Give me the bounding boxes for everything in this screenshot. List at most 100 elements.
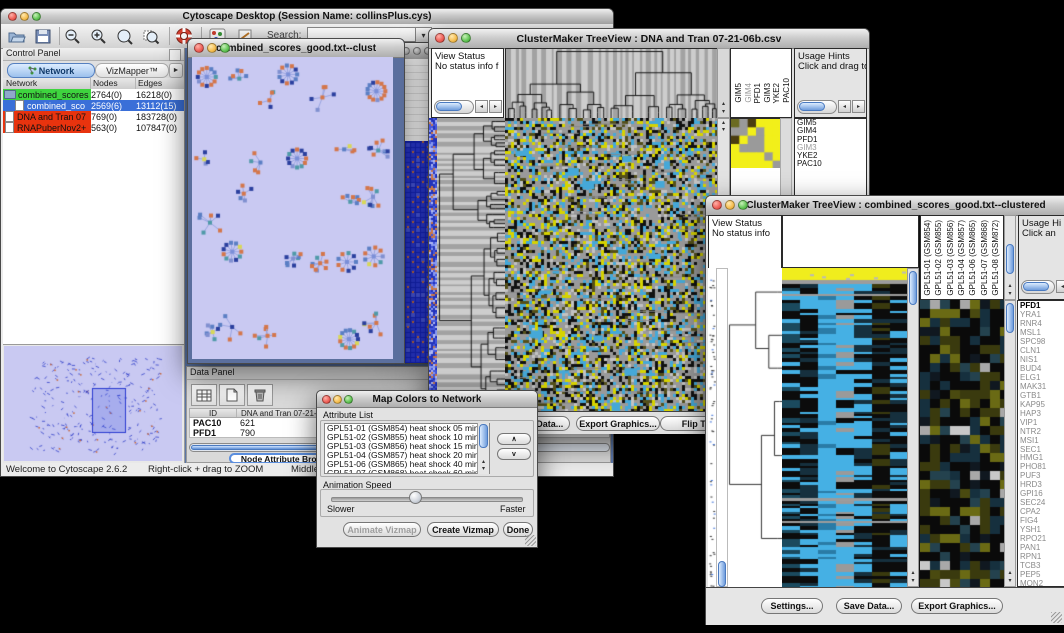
zoom-vscrollbar[interactable]: ▴ ▾ xyxy=(1004,300,1016,587)
gene-label[interactable]: MSI1 xyxy=(1020,436,1064,445)
titlebar-network-view[interactable]: combined_scores_good.txt--cluste... xyxy=(188,39,404,58)
minimize-button[interactable] xyxy=(448,33,458,43)
gene-label[interactable]: HAP3 xyxy=(1020,409,1064,418)
zoom-in-icon[interactable] xyxy=(89,26,109,46)
move-down-button[interactable]: v xyxy=(497,448,531,460)
heatmap-row-label[interactable]: PAC10 xyxy=(795,160,866,168)
network-graph-canvas[interactable] xyxy=(192,57,393,359)
scroll-down-arrow[interactable]: ▾ xyxy=(478,466,489,473)
gene-label[interactable]: MAK31 xyxy=(1020,382,1064,391)
heatmap-column-label[interactable]: GPL51-03 (GSM856) xyxy=(946,220,955,296)
heatmap-zoom-view[interactable] xyxy=(920,300,1004,587)
status-scrollbar[interactable]: ◂ ▸ xyxy=(797,100,865,114)
save-icon[interactable] xyxy=(33,26,53,46)
dendrogram-vscrollbar[interactable]: ▴ ▾ xyxy=(717,48,730,118)
scroll-thumb[interactable] xyxy=(436,102,462,111)
scroll-down-arrow[interactable]: ▾ xyxy=(718,127,729,134)
gene-label[interactable]: PFD1 xyxy=(1020,301,1064,310)
open-folder-icon[interactable] xyxy=(7,26,27,46)
gene-label[interactable]: PAN1 xyxy=(1020,543,1064,552)
network-tree-row[interactable]: combined_sco2569(6)13112(15) xyxy=(3,100,184,111)
settings-button[interactable]: Settings... xyxy=(761,598,823,614)
scroll-up-arrow[interactable]: ▴ xyxy=(718,120,729,127)
minimize-button[interactable] xyxy=(207,43,217,53)
scroll-up-arrow[interactable]: ▴ xyxy=(1005,570,1015,577)
row-dendrogram[interactable] xyxy=(728,268,782,587)
animate-vizmap-button[interactable]: Animate Vizmap xyxy=(343,522,421,537)
gene-label[interactable]: HRD3 xyxy=(1020,480,1064,489)
attribute-list-vscrollbar[interactable]: ▴ ▾ xyxy=(477,423,489,474)
create-vizmap-button[interactable]: Create Vizmap xyxy=(427,522,499,537)
float-panel-icon[interactable] xyxy=(169,49,181,61)
scroll-thumb[interactable] xyxy=(479,424,488,448)
heatmap-main[interactable] xyxy=(505,118,717,411)
scroll-thumb[interactable] xyxy=(1006,303,1014,333)
slider-thumb[interactable] xyxy=(409,491,422,504)
zoom-button[interactable] xyxy=(738,200,748,210)
scroll-down-arrow[interactable]: ▾ xyxy=(1005,291,1015,298)
heatmap-vscrollbar[interactable]: ▴ ▾ xyxy=(907,268,919,587)
resize-grip[interactable] xyxy=(525,535,536,546)
attribute-list-item[interactable]: GPL51-04 (GSM857) heat shock 20 min xyxy=(327,451,489,460)
minimize-button[interactable] xyxy=(20,12,29,21)
zoom-button[interactable] xyxy=(344,395,353,404)
export-graphics-button[interactable]: Export Graphics... xyxy=(911,598,1003,614)
heatmap-zoom-view[interactable] xyxy=(730,118,782,170)
zoom-button[interactable] xyxy=(220,43,230,53)
zoom-fit-icon[interactable] xyxy=(115,26,135,46)
scroll-down-arrow[interactable]: ▾ xyxy=(908,578,918,585)
save-data-button[interactable]: Save Data... xyxy=(836,598,902,614)
attribute-list-item[interactable]: GPL51-06 (GSM865) heat shock 40 min xyxy=(327,460,489,469)
heatmap-column-label[interactable]: GPL51-04 (GSM857) xyxy=(957,220,966,296)
gene-label[interactable]: CLN1 xyxy=(1020,346,1064,355)
zoom-button[interactable] xyxy=(32,12,41,21)
gene-label[interactable]: RPN1 xyxy=(1020,552,1064,561)
attribute-list-item[interactable]: GPL51-02 (GSM855) heat shock 10 min xyxy=(327,433,489,442)
gene-label[interactable]: GTB1 xyxy=(1020,391,1064,400)
attribute-list-item[interactable]: GPL51-01 (GSM854) heat shock 05 min xyxy=(327,424,489,433)
animation-speed-slider[interactable] xyxy=(331,497,523,502)
scroll-up-arrow[interactable]: ▴ xyxy=(1005,283,1015,290)
document-icon[interactable] xyxy=(219,384,245,406)
scroll-thumb[interactable] xyxy=(799,102,825,111)
network-tree-row[interactable]: DNA and Tran 07769(0)183728(0) xyxy=(3,111,184,122)
network-tree-row[interactable]: RNAPuberNov2+563(0)107847(0) xyxy=(3,122,184,133)
heatmap-column-label[interactable]: GIM4 xyxy=(744,83,753,103)
zoom-out-icon[interactable] xyxy=(63,26,83,46)
gene-label[interactable]: SPC98 xyxy=(1020,337,1064,346)
titlebar-treeview-dna[interactable]: ClusterMaker TreeView : DNA and Tran 07-… xyxy=(429,29,869,49)
close-button[interactable] xyxy=(712,200,722,210)
status-scrollbar[interactable]: ◂ ▸ xyxy=(434,100,502,114)
gene-label[interactable]: RNR4 xyxy=(1020,319,1064,328)
scroll-up-arrow[interactable]: ▴ xyxy=(478,459,489,466)
titlebar-treeview-combined[interactable]: ClusterMaker TreeView : combined_scores_… xyxy=(706,196,1064,216)
scroll-left-button[interactable]: ◂ xyxy=(838,100,851,113)
zoom-button[interactable] xyxy=(461,33,471,43)
gene-label[interactable]: RPO21 xyxy=(1020,534,1064,543)
gene-label[interactable]: SEC24 xyxy=(1020,498,1064,507)
heatmap-column-label[interactable]: PFD1 xyxy=(753,83,762,103)
gene-label[interactable]: MON2 xyxy=(1020,579,1064,587)
close-button[interactable] xyxy=(322,395,331,404)
attribute-list-item[interactable]: GPL51-07 (GSM868) heat shock 60 min xyxy=(327,469,489,474)
minimize-button[interactable] xyxy=(333,395,342,404)
row-dendrogram[interactable] xyxy=(437,118,505,411)
scroll-thumb[interactable] xyxy=(1023,282,1049,291)
heatmap-column-label[interactable]: GIM3 xyxy=(763,83,772,103)
gene-label[interactable]: PEP5 xyxy=(1020,570,1064,579)
move-up-button[interactable]: ∧ xyxy=(497,433,531,445)
scroll-down-arrow[interactable]: ▾ xyxy=(718,109,729,116)
heatmap-column-label[interactable]: GPL51-02 (GSM855) xyxy=(934,220,943,296)
resize-grip[interactable] xyxy=(1051,612,1062,623)
heatmap-column-label[interactable]: GPL51-06 (GSM865) xyxy=(968,220,977,296)
gene-label[interactable]: PUF3 xyxy=(1020,471,1064,480)
scroll-left-button[interactable]: ◂ xyxy=(1056,280,1064,293)
scroll-up-arrow[interactable]: ▴ xyxy=(718,101,729,108)
scroll-thumb[interactable] xyxy=(1006,244,1014,274)
titlebar-main[interactable]: Cytoscape Desktop (Session Name: collins… xyxy=(1,9,613,25)
scroll-down-arrow[interactable]: ▾ xyxy=(1005,578,1015,585)
scroll-right-button[interactable]: ▸ xyxy=(852,100,865,113)
scroll-thumb[interactable] xyxy=(909,271,917,305)
tab-vizmapper[interactable]: VizMapper™ xyxy=(95,63,169,78)
heatmap-column-label[interactable]: GPL51-01 (GSM854) xyxy=(923,220,932,296)
